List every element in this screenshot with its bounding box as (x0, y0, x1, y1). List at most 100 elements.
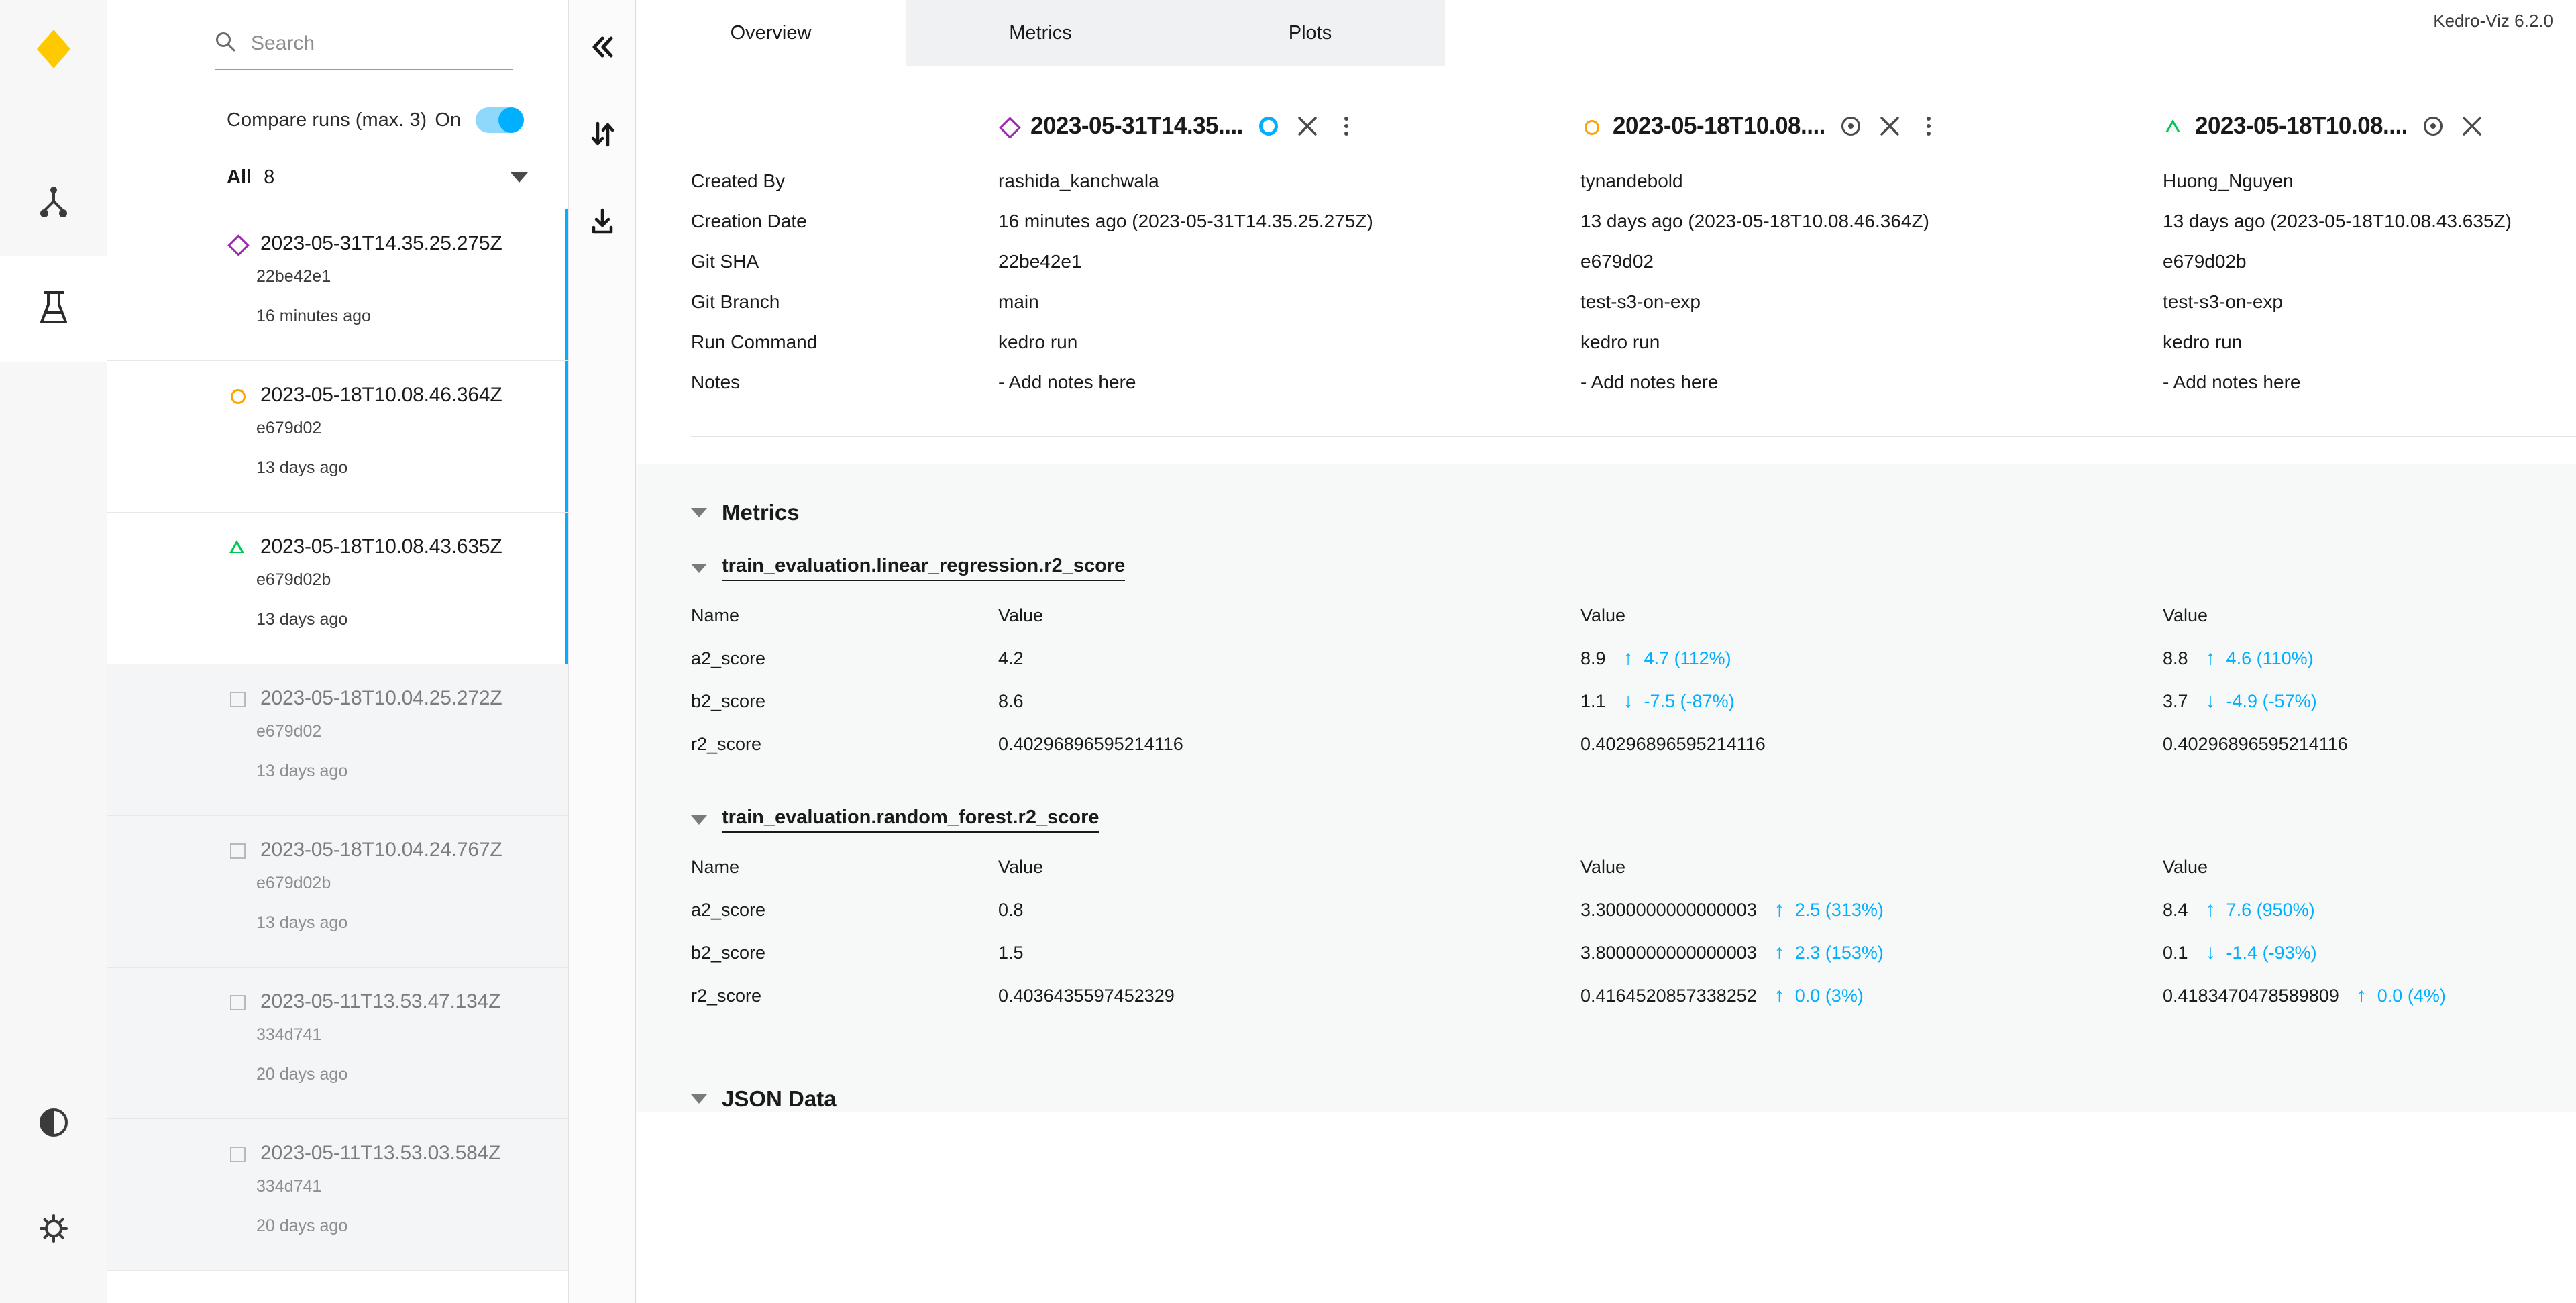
metadata-label: Creation Date (691, 211, 807, 231)
metadata-row: Creation Date 16 minutes ago (2023-05-31T… (691, 211, 2576, 251)
sidebar-item-flowchart[interactable] (0, 150, 107, 256)
metrics-section-title: Metrics (722, 500, 800, 525)
metadata-value: - Add notes here (2163, 372, 2301, 393)
settings-button[interactable] (0, 1177, 107, 1283)
arrow-up-icon: ↑ (1774, 898, 1784, 921)
metric-delta: ↓ -4.9 (-57%) (2206, 691, 2317, 712)
metric-group-header[interactable]: train_evaluation.random_forest.r2_score (691, 777, 2576, 833)
metric-delta: ↓ -1.4 (-93%) (2206, 943, 2317, 963)
metric-value-cell: 0.8 (998, 900, 1580, 921)
metric-delta-text: 0.0 (4%) (2377, 986, 2446, 1006)
metadata-row: Notes - Add notes here - Add notes here - A… (691, 372, 2576, 412)
metric-name: r2_score (691, 986, 762, 1006)
run-list-item[interactable]: 2023-05-18T10.08.46.364Z e679d02 13 days a… (107, 361, 568, 513)
tab-metrics[interactable]: Metrics (906, 0, 1175, 66)
metric-value: 8.9 (1580, 648, 1606, 668)
tab-overview[interactable]: Overview (636, 0, 906, 66)
run-column-header: 2023-05-18T10.08.... (1580, 113, 2163, 140)
arrow-up-icon: ↑ (2205, 898, 2216, 921)
metric-value-cell: 8.6 (998, 691, 1580, 712)
bookmark-outline-icon[interactable] (2420, 113, 2447, 140)
run-column-title: 2023-05-18T10.08.... (1613, 113, 1825, 139)
run-name: 2023-05-18T10.08.43.635Z (260, 535, 502, 558)
metric-delta-text: -4.9 (-57%) (2226, 691, 2317, 711)
compare-runs-row: Compare runs (max. 3) On (227, 107, 524, 133)
metric-value: 3.7 (2163, 691, 2188, 711)
run-git-sha: e679d02b (256, 874, 331, 892)
metric-value-cell: 0.40296896595214116 (2163, 734, 2538, 755)
sidebar-item-experiment-tracking[interactable] (0, 256, 107, 362)
metric-value-cell: 1.1 ↓ -7.5 (-87%) (1580, 691, 2163, 712)
metadata-value: - Add notes here (998, 372, 1136, 393)
sort-runs-button[interactable] (578, 111, 627, 160)
run-square-icon (227, 1143, 247, 1163)
column-header-name: Name (691, 857, 740, 877)
metadata-label: Git Branch (691, 291, 780, 312)
run-list-item[interactable]: 2023-05-18T10.04.24.767Z e679d02b 13 days … (107, 816, 568, 968)
run-git-sha: 334d741 (256, 1177, 322, 1196)
chevron-down-icon (691, 815, 707, 825)
metric-name: a2_score (691, 900, 766, 920)
metric-delta: ↑ 2.3 (153%) (1774, 943, 1884, 963)
metadata-value: kedro run (2163, 331, 2243, 352)
compare-runs-toggle[interactable] (476, 107, 524, 133)
metric-table-row: b2_score 1.5 3.8000000000000003 ↑ 2.3 (153%)… (691, 943, 2576, 986)
metadata-value: 13 days ago (2023-05-18T10.08.46.364Z) (1580, 211, 1929, 231)
column-header-name: Name (691, 605, 740, 625)
metric-value-cell: 0.40296896595214116 (998, 734, 1580, 755)
json-data-section-header[interactable]: JSON Data (691, 1029, 2576, 1112)
run-list-item[interactable]: 2023-05-11T13.53.47.134Z 334d741 20 days a… (107, 968, 568, 1119)
search-input[interactable] (251, 32, 513, 55)
more-options-icon[interactable] (1915, 113, 1942, 140)
run-timestamp: 13 days ago (256, 458, 348, 477)
run-name: 2023-05-11T13.53.03.584Z (260, 1142, 501, 1164)
run-git-sha: e679d02 (256, 419, 322, 437)
metric-delta-text: 4.6 (110%) (2226, 648, 2314, 668)
metadata-value: rashida_kanchwala (998, 170, 1159, 191)
arrow-down-icon: ↓ (1623, 690, 1633, 712)
bookmark-filled-icon[interactable] (1255, 113, 1282, 140)
run-triangle-icon (227, 537, 247, 557)
metric-value: 0.4036435597452329 (998, 986, 1175, 1006)
metadata-row: Run Command kedro run kedro run kedro run (691, 331, 2576, 372)
metric-delta-text: 2.5 (313%) (1794, 900, 1884, 920)
theme-toggle-button[interactable] (0, 1071, 107, 1177)
close-icon[interactable] (1294, 113, 1321, 140)
runs-filter-label: All (227, 166, 252, 188)
run-list-item[interactable]: 2023-05-11T13.53.03.584Z 334d741 20 days a… (107, 1119, 568, 1271)
run-list-item[interactable]: 2023-05-18T10.08.43.635Z e679d02b 13 days … (107, 513, 568, 664)
app-root: Compare runs (max. 3) On All 8 2023-05-3… (0, 0, 2576, 1303)
metadata-value: kedro run (998, 331, 1078, 352)
tab-label: Plots (1288, 21, 1332, 44)
export-runs-button[interactable] (578, 199, 627, 247)
tab-plots[interactable]: Plots (1175, 0, 1445, 66)
runs-filter-dropdown[interactable]: All 8 (227, 166, 528, 209)
metric-table: Name Value Value Value a2_score 0.8 3.30000000… (691, 857, 2576, 1029)
metric-value: 0.4183470478589809 (2163, 986, 2339, 1006)
metrics-section-header[interactable]: Metrics (691, 464, 2576, 525)
section-divider (691, 436, 2576, 437)
metric-value: 1.5 (998, 943, 1024, 963)
run-list-item[interactable]: 2023-05-31T14.35.25.275Z 22be42e1 16 minut… (107, 209, 568, 361)
metadata-value: 22be42e1 (998, 251, 1082, 272)
bookmark-outline-icon[interactable] (1837, 113, 1864, 140)
run-list-item[interactable]: 2023-05-18T10.04.25.272Z e679d02 13 days a… (107, 664, 568, 816)
metric-delta-text: 2.3 (153%) (1794, 943, 1884, 963)
metric-value: 8.4 (2163, 900, 2188, 920)
metric-value: 0.40296896595214116 (1580, 734, 1766, 754)
metric-value-cell: 8.4 ↑ 7.6 (950%) (2163, 900, 2538, 921)
metadata-row: Git Branch main test-s3-on-exp test-s3-on-e… (691, 291, 2576, 331)
close-icon[interactable] (1876, 113, 1903, 140)
more-options-icon[interactable] (1333, 113, 1360, 140)
metric-delta-text: 4.7 (112%) (1644, 648, 1731, 668)
run-column-header: 2023-05-18T10.08.... (2163, 113, 2538, 140)
metric-group-header[interactable]: train_evaluation.linear_regression.r2_sc… (691, 525, 2576, 581)
double-chevron-left-icon (588, 32, 617, 65)
arrow-up-icon: ↑ (1774, 941, 1784, 963)
collapse-panel-button[interactable] (578, 24, 627, 72)
metadata-label: Git SHA (691, 251, 759, 272)
run-timestamp: 20 days ago (256, 1065, 348, 1084)
column-header-value: Value (998, 605, 1044, 625)
metric-value-cell: 3.8000000000000003 ↑ 2.3 (153%) (1580, 943, 2163, 963)
close-icon[interactable] (2459, 113, 2485, 140)
